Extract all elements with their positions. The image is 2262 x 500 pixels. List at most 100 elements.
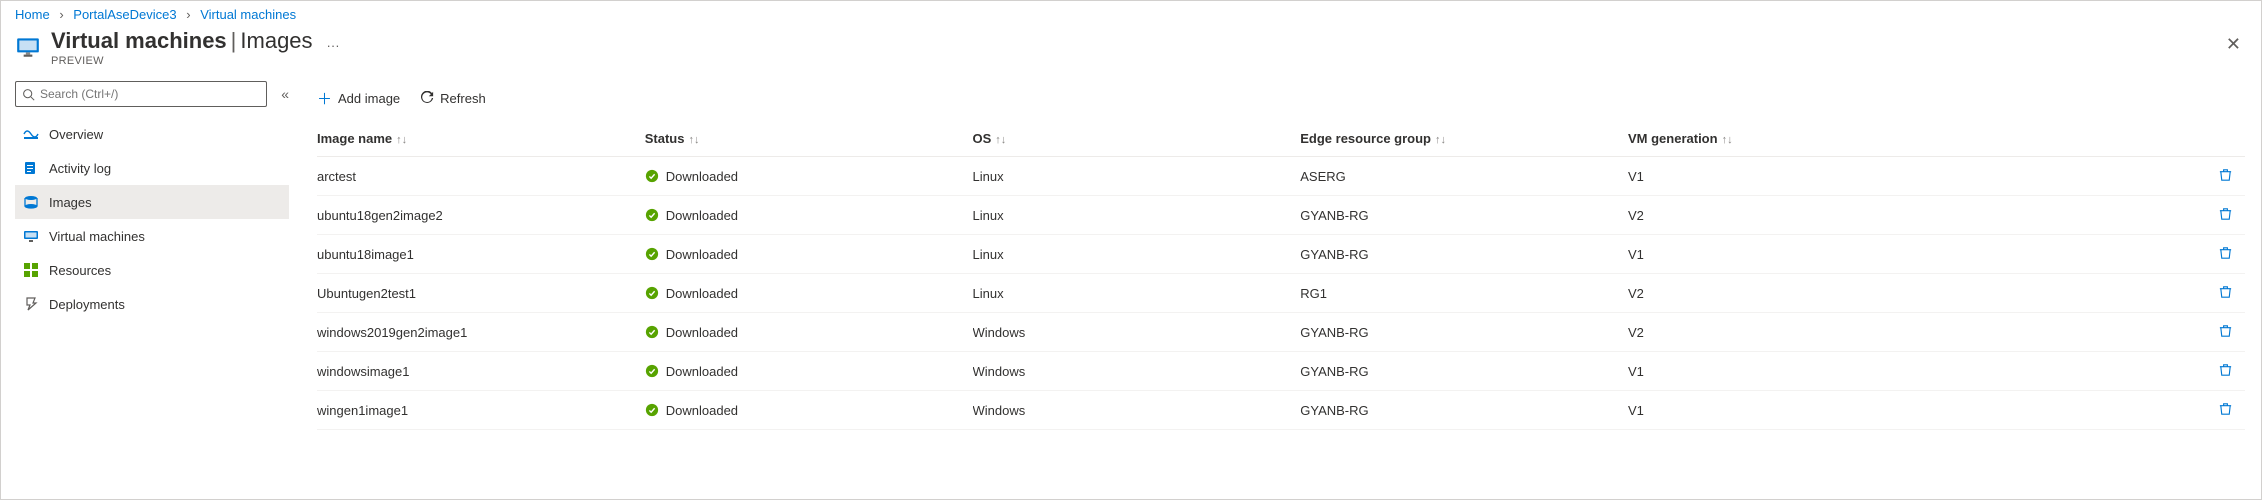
success-icon bbox=[645, 208, 659, 222]
sidebar-item-label: Activity log bbox=[49, 161, 111, 176]
refresh-button[interactable]: Refresh bbox=[420, 91, 486, 106]
cell-status: Downloaded bbox=[645, 391, 973, 430]
cell-gen: V2 bbox=[1628, 196, 2187, 235]
table-row[interactable]: wingen1image1DownloadedWindowsGYANB-RGV1 bbox=[317, 391, 2245, 430]
search-icon bbox=[22, 88, 35, 101]
cell-os: Linux bbox=[973, 235, 1301, 274]
sort-icon: ↑↓ bbox=[1722, 134, 1733, 146]
cell-name: windows2019gen2image1 bbox=[317, 313, 645, 352]
table-row[interactable]: windowsimage1DownloadedWindowsGYANB-RGV1 bbox=[317, 352, 2245, 391]
delete-button[interactable] bbox=[2218, 167, 2233, 182]
table-row[interactable]: Ubuntugen2test1DownloadedLinuxRG1V2 bbox=[317, 274, 2245, 313]
main-content: ＋ Add image Refresh Image name↑↓ Status↑… bbox=[301, 77, 2261, 495]
delete-button[interactable] bbox=[2218, 362, 2233, 377]
cell-os: Linux bbox=[973, 196, 1301, 235]
table-row[interactable]: ubuntu18image1DownloadedLinuxGYANB-RGV1 bbox=[317, 235, 2245, 274]
cell-os: Linux bbox=[973, 274, 1301, 313]
cell-rg: RG1 bbox=[1300, 274, 1628, 313]
cell-rg: ASERG bbox=[1300, 157, 1628, 196]
success-icon bbox=[645, 169, 659, 183]
cell-status: Downloaded bbox=[645, 274, 973, 313]
breadcrumb: Home › PortalAseDevice3 › Virtual machin… bbox=[1, 1, 2261, 26]
delete-button[interactable] bbox=[2218, 323, 2233, 338]
sidebar-item-images[interactable]: Images bbox=[15, 185, 289, 219]
cell-os: Linux bbox=[973, 157, 1301, 196]
sidebar: « Overview Activity log Images Virtual mach… bbox=[1, 77, 301, 495]
toolbar: ＋ Add image Refresh bbox=[317, 81, 2245, 115]
sort-icon: ↑↓ bbox=[688, 134, 699, 146]
cell-os: Windows bbox=[973, 391, 1301, 430]
close-button[interactable]: ✕ bbox=[2226, 34, 2241, 55]
sidebar-item-deployments[interactable]: Deployments bbox=[15, 287, 289, 321]
success-icon bbox=[645, 364, 659, 378]
sidebar-item-label: Images bbox=[49, 195, 92, 210]
cell-os: Windows bbox=[973, 313, 1301, 352]
deployments-icon bbox=[23, 296, 39, 312]
images-table: Image name↑↓ Status↑↓ OS↑↓ Edge resource… bbox=[317, 123, 2245, 430]
cell-name: ubuntu18gen2image2 bbox=[317, 196, 645, 235]
cell-rg: GYANB-RG bbox=[1300, 313, 1628, 352]
cell-gen: V1 bbox=[1628, 157, 2187, 196]
sidebar-item-overview[interactable]: Overview bbox=[15, 117, 289, 151]
sort-icon: ↑↓ bbox=[1435, 134, 1446, 146]
page-header: Virtual machines|Images PREVIEW ··· ✕ bbox=[1, 26, 2261, 77]
delete-button[interactable] bbox=[2218, 206, 2233, 221]
column-header-status[interactable]: Status↑↓ bbox=[645, 123, 973, 157]
cell-gen: V1 bbox=[1628, 235, 2187, 274]
images-icon bbox=[23, 194, 39, 210]
cell-status: Downloaded bbox=[645, 313, 973, 352]
cell-name: wingen1image1 bbox=[317, 391, 645, 430]
cell-status: Downloaded bbox=[645, 235, 973, 274]
column-header-rg[interactable]: Edge resource group↑↓ bbox=[1300, 123, 1628, 157]
success-icon bbox=[645, 286, 659, 300]
cell-gen: V2 bbox=[1628, 313, 2187, 352]
sidebar-item-label: Overview bbox=[49, 127, 103, 142]
sidebar-item-label: Deployments bbox=[49, 297, 125, 312]
table-row[interactable]: ubuntu18gen2image2DownloadedLinuxGYANB-R… bbox=[317, 196, 2245, 235]
plus-icon: ＋ bbox=[317, 88, 332, 109]
sidebar-item-label: Resources bbox=[49, 263, 111, 278]
search-input[interactable] bbox=[40, 87, 260, 101]
cell-name: arctest bbox=[317, 157, 645, 196]
column-header-name[interactable]: Image name↑↓ bbox=[317, 123, 645, 157]
cell-gen: V2 bbox=[1628, 274, 2187, 313]
breadcrumb-link[interactable]: Home bbox=[15, 7, 50, 22]
cell-os: Windows bbox=[973, 352, 1301, 391]
breadcrumb-link[interactable]: PortalAseDevice3 bbox=[73, 7, 176, 22]
cell-status: Downloaded bbox=[645, 352, 973, 391]
sidebar-item-resources[interactable]: Resources bbox=[15, 253, 289, 287]
breadcrumb-link[interactable]: Virtual machines bbox=[200, 7, 296, 22]
add-image-button[interactable]: ＋ Add image bbox=[317, 88, 400, 109]
column-header-gen[interactable]: VM generation↑↓ bbox=[1628, 123, 2187, 157]
cell-gen: V1 bbox=[1628, 391, 2187, 430]
cell-status: Downloaded bbox=[645, 196, 973, 235]
cell-status: Downloaded bbox=[645, 157, 973, 196]
delete-button[interactable] bbox=[2218, 245, 2233, 260]
vm-icon bbox=[15, 34, 41, 60]
cell-rg: GYANB-RG bbox=[1300, 352, 1628, 391]
search-input-wrapper[interactable] bbox=[15, 81, 267, 107]
refresh-icon bbox=[420, 91, 434, 105]
cell-name: windowsimage1 bbox=[317, 352, 645, 391]
collapse-sidebar-button[interactable]: « bbox=[281, 86, 289, 102]
sidebar-item-virtual-machines[interactable]: Virtual machines bbox=[15, 219, 289, 253]
cell-name: Ubuntugen2test1 bbox=[317, 274, 645, 313]
more-button[interactable]: ··· bbox=[327, 38, 340, 53]
sidebar-item-label: Virtual machines bbox=[49, 229, 145, 244]
resources-icon bbox=[23, 262, 39, 278]
preview-label: PREVIEW bbox=[51, 55, 313, 67]
table-row[interactable]: windows2019gen2image1DownloadedWindowsGY… bbox=[317, 313, 2245, 352]
chevron-right-icon: › bbox=[59, 7, 63, 22]
column-header-os[interactable]: OS↑↓ bbox=[973, 123, 1301, 157]
cell-name: ubuntu18image1 bbox=[317, 235, 645, 274]
delete-button[interactable] bbox=[2218, 284, 2233, 299]
sidebar-item-activity-log[interactable]: Activity log bbox=[15, 151, 289, 185]
success-icon bbox=[645, 247, 659, 261]
vm-icon bbox=[23, 228, 39, 244]
cell-rg: GYANB-RG bbox=[1300, 391, 1628, 430]
success-icon bbox=[645, 403, 659, 417]
table-row[interactable]: arctestDownloadedLinuxASERGV1 bbox=[317, 157, 2245, 196]
delete-button[interactable] bbox=[2218, 401, 2233, 416]
chevron-right-icon: › bbox=[186, 7, 190, 22]
cell-rg: GYANB-RG bbox=[1300, 235, 1628, 274]
